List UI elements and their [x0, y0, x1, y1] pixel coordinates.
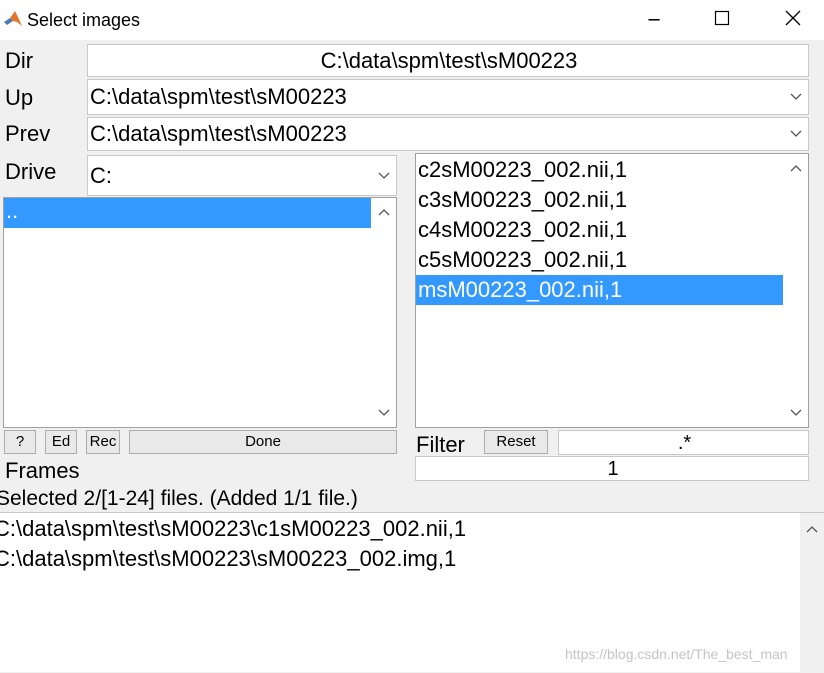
drive-dropdown-value: C: — [90, 163, 112, 188]
edit-button[interactable]: Ed — [45, 430, 77, 454]
matlab-logo-icon — [3, 9, 23, 29]
maximize-button[interactable] — [699, 0, 745, 40]
list-item[interactable]: .. — [4, 198, 371, 228]
maximize-icon — [714, 10, 730, 31]
directory-list[interactable]: .. — [3, 197, 397, 428]
title-bar: Select images ─ — [0, 0, 824, 40]
dir-field[interactable]: C:\data\spm\test\sM00223 — [87, 44, 809, 77]
watermark: https://blog.csdn.net/The_best_man — [565, 646, 788, 662]
chevron-down-icon[interactable] — [784, 80, 808, 114]
up-label: Up — [5, 85, 34, 110]
list-item[interactable]: c2sM00223_002.nii,1 — [416, 155, 783, 185]
drive-label: Drive — [5, 159, 57, 184]
list-item[interactable]: c5sM00223_002.nii,1 — [416, 245, 783, 275]
selected-files-list[interactable]: C:\data\spm\test\sM00223\c1sM00223_002.n… — [0, 512, 824, 673]
list-item[interactable]: C:\data\spm\test\sM00223\sM00223_002.img… — [0, 545, 456, 573]
scroll-up-icon[interactable] — [800, 517, 824, 541]
close-button[interactable] — [770, 0, 816, 40]
drive-dropdown[interactable]: C: — [87, 155, 397, 196]
selected-files-scrollbar[interactable] — [800, 513, 824, 673]
help-button[interactable]: ? — [4, 430, 36, 454]
directory-list-scrollbar[interactable] — [372, 198, 396, 427]
prev-dropdown[interactable]: C:\data\spm\test\sM00223 — [87, 117, 809, 151]
up-dropdown-value: C:\data\spm\test\sM00223 — [90, 84, 347, 109]
list-item[interactable]: C:\data\spm\test\sM00223\c1sM00223_002.n… — [0, 515, 466, 543]
scroll-down-icon[interactable] — [784, 401, 808, 425]
minimize-button[interactable]: ─ — [631, 0, 677, 40]
window-title: Select images — [27, 10, 141, 30]
filter-input[interactable]: .* — [558, 430, 809, 455]
dir-label: Dir — [5, 48, 34, 73]
reset-button[interactable]: Reset — [484, 430, 548, 454]
prev-label: Prev — [5, 121, 51, 146]
done-button[interactable]: Done — [129, 430, 397, 454]
rec-button[interactable]: Rec — [86, 430, 120, 454]
scroll-up-icon[interactable] — [784, 156, 808, 180]
list-item[interactable]: c3sM00223_002.nii,1 — [416, 185, 783, 215]
list-item[interactable]: c4sM00223_002.nii,1 — [416, 215, 783, 245]
file-list-scrollbar[interactable] — [784, 154, 808, 427]
chevron-down-icon[interactable] — [784, 118, 808, 150]
scroll-up-icon[interactable] — [372, 200, 396, 224]
filter-label: Filter — [416, 432, 465, 457]
prev-dropdown-value: C:\data\spm\test\sM00223 — [90, 121, 347, 146]
list-item-selected[interactable]: msM00223_002.nii,1 — [416, 275, 783, 305]
up-dropdown[interactable]: C:\data\spm\test\sM00223 — [87, 79, 809, 115]
file-list[interactable]: c2sM00223_002.nii,1 c3sM00223_002.nii,1 … — [415, 153, 809, 428]
frames-label: Frames — [5, 458, 80, 483]
selection-status: Selected 2/[1-24] files. (Added 1/1 file… — [0, 487, 358, 510]
frames-input[interactable]: 1 — [415, 456, 809, 481]
scroll-down-icon[interactable] — [372, 401, 396, 425]
close-icon — [785, 10, 801, 31]
chevron-down-icon[interactable] — [372, 156, 396, 195]
minimize-icon: ─ — [648, 9, 660, 31]
